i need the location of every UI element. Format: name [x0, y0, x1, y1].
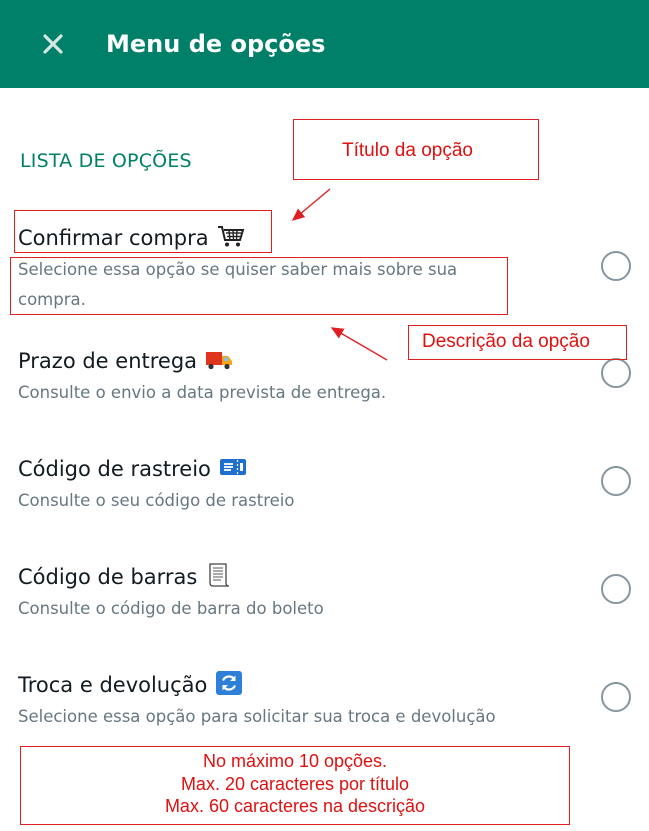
option-title: Troca e devolução [18, 671, 243, 699]
option-radio[interactable] [601, 466, 631, 496]
description-highlight-box [10, 257, 508, 315]
description-label: Descrição da opção [422, 331, 590, 353]
option-codigo-de-rastreio[interactable]: Código de rastreio Consulte o seu código… [0, 446, 649, 546]
close-button[interactable] [36, 27, 70, 61]
receipt-icon [205, 563, 233, 587]
option-description: Consulte o envio a data prevista de entr… [18, 383, 387, 402]
option-description: Consulte o código de barra do boleto [18, 599, 324, 618]
header-bar: Menu de opções [0, 0, 649, 88]
option-description: Consulte o seu código de rastreio [18, 491, 295, 510]
option-radio[interactable] [601, 251, 631, 281]
option-radio[interactable] [601, 358, 631, 388]
option-title: Código de rastreio [18, 455, 247, 483]
header-title: Menu de opções [106, 30, 326, 58]
option-title: Prazo de entrega [18, 347, 233, 375]
ticket-icon [219, 455, 247, 479]
delivery-truck-icon [205, 347, 233, 371]
option-radio[interactable] [601, 574, 631, 604]
arrows-refresh-icon [215, 671, 243, 695]
option-codigo-de-barras[interactable]: Código de barras Consulte o código de ba… [0, 554, 649, 654]
option-radio[interactable] [601, 682, 631, 712]
limits-note: No máximo 10 opções. Max. 20 caracteres … [20, 746, 570, 825]
option-title: Código de barras [18, 563, 233, 591]
title-highlight-box [14, 210, 272, 253]
title-label: Título da opção [342, 140, 473, 162]
close-icon [43, 34, 63, 54]
option-description: Selecione essa opção para solicitar sua … [18, 707, 496, 726]
section-title: LISTA DE OPÇÕES [20, 150, 192, 172]
